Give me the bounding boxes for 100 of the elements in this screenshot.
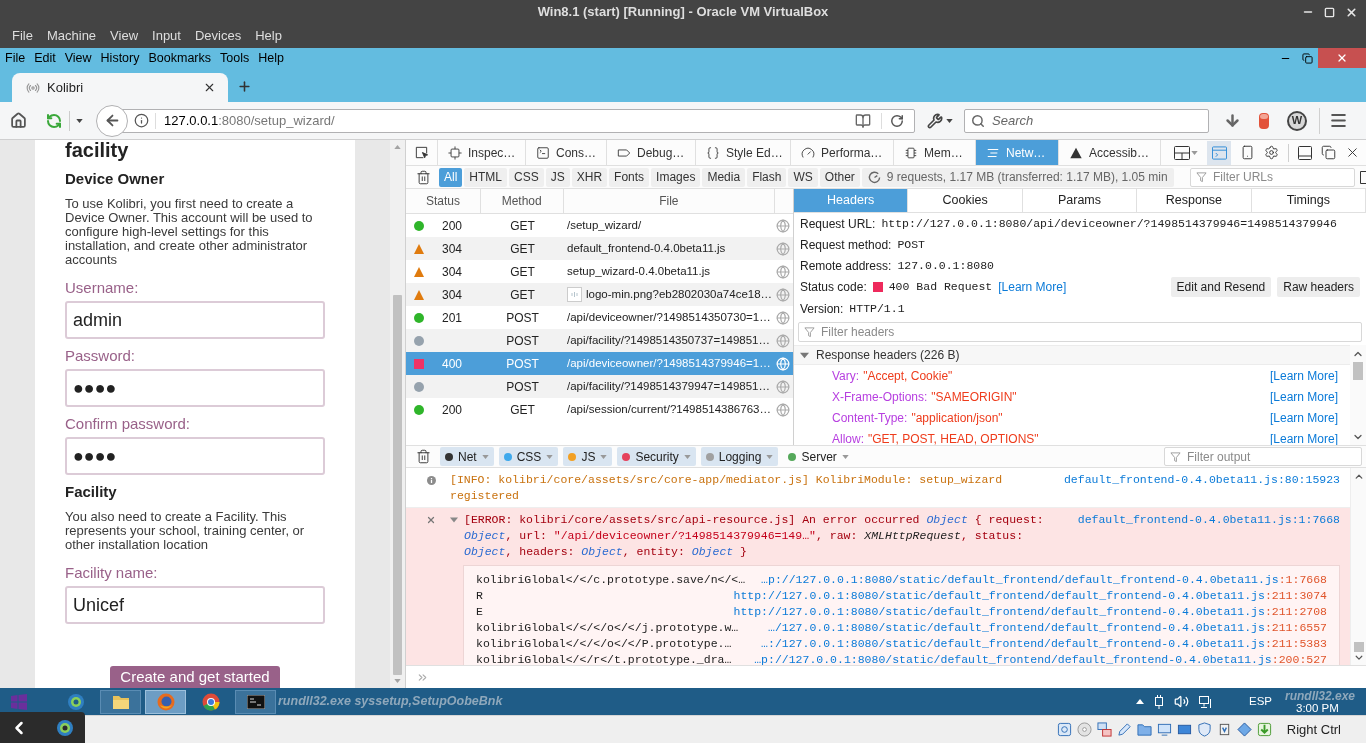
- type-filter-button[interactable]: HTML: [464, 167, 507, 187]
- start-icon[interactable]: [11, 693, 27, 710]
- menu-item[interactable]: View: [64, 48, 92, 68]
- pencil-icon[interactable]: [1116, 722, 1132, 737]
- type-filter-button[interactable]: Fonts: [609, 167, 650, 187]
- video-capture-icon[interactable]: [1176, 722, 1192, 737]
- header-action-button[interactable]: Raw headers: [1277, 277, 1360, 297]
- split-layout-icon[interactable]: [1174, 145, 1190, 160]
- responsive-mode-icon[interactable]: [1240, 145, 1255, 160]
- letter-badge[interactable]: W: [1287, 110, 1307, 131]
- wheel-icon[interactable]: [201, 692, 220, 711]
- column-header[interactable]: Status: [406, 189, 481, 213]
- learn-more-link[interactable]: [Learn More]: [1269, 408, 1338, 427]
- info-icon[interactable]: [134, 113, 149, 128]
- log-filter-button[interactable]: Security: [617, 447, 696, 466]
- column-header[interactable]: Method: [480, 189, 564, 213]
- tool-tab[interactable]: Style Ed…: [696, 140, 791, 165]
- log-filter-button[interactable]: Net: [440, 447, 494, 466]
- header-action-button[interactable]: Edit and Resend: [1170, 277, 1272, 297]
- text-input[interactable]: admin: [65, 301, 325, 339]
- source-link[interactable]: default_frontend-0.4.0beta11.js:1:7668: [1077, 512, 1340, 528]
- learn-more-link[interactable]: [Learn More]: [1269, 429, 1338, 445]
- type-filter-button[interactable]: XHR: [571, 167, 608, 187]
- scrollbar-thumb[interactable]: [393, 295, 402, 675]
- tool-tab[interactable]: Debug…: [607, 140, 696, 165]
- stack-location-link[interactable]: …p://127.0.0.1:8080/static/default_frontend/default_frontend-0.4.0beta11.js:200:527: [754, 651, 1327, 665]
- section-header[interactable]: Response headers (226 B): [794, 345, 1350, 365]
- stack-location-link[interactable]: …:/127.0.0.1:8080/static/default_frontend/default_frontend-0.4.0beta11.js:211:5383: [761, 635, 1327, 653]
- menu-item[interactable]: Bookmarks: [148, 48, 211, 68]
- request-row[interactable]: 304 GET logo-min.png?eb2802030a74ce18…: [406, 283, 793, 306]
- tool-tab[interactable]: Cons…: [526, 140, 607, 165]
- type-filter-button[interactable]: JS: [545, 167, 570, 187]
- split-console-button[interactable]: [1207, 140, 1231, 165]
- back-button[interactable]: [96, 104, 128, 137]
- tool-tab[interactable]: Inspec…: [438, 140, 526, 165]
- menu-item[interactable]: History: [100, 48, 140, 68]
- sidebar-toggle-icon[interactable]: [1360, 170, 1366, 184]
- diamond-icon[interactable]: [1236, 722, 1252, 737]
- column-header[interactable]: File: [563, 189, 776, 213]
- clear-trash-icon[interactable]: [416, 449, 431, 464]
- network-icon[interactable]: [1198, 694, 1214, 709]
- menu-item[interactable]: Tools: [220, 48, 250, 68]
- search-field[interactable]: Search: [964, 108, 1209, 133]
- network-adapter-icon[interactable]: [1096, 722, 1112, 737]
- menu-item[interactable]: Help: [258, 48, 284, 68]
- reload-icon[interactable]: [890, 113, 904, 128]
- learn-more-link[interactable]: [Learn More]: [1269, 366, 1338, 385]
- log-filter-button[interactable]: Server: [783, 447, 854, 466]
- type-filter-button[interactable]: WS: [788, 167, 818, 187]
- filter-field[interactable]: Filter URLs: [1190, 167, 1355, 187]
- source-link[interactable]: default_frontend-0.4.0beta11.js:80:15923: [1063, 472, 1340, 488]
- stack-location-link[interactable]: http://127.0.0.1:8080/static/default_frontend/default_frontend-0.4.0beta11.js:211:3074: [733, 587, 1327, 605]
- menu-item[interactable]: Edit: [34, 48, 56, 68]
- performance-summary-button[interactable]: 9 requests, 1.17 MB (transferred: 1.17 MB), 1.05 min: [861, 167, 1174, 187]
- tools-icon[interactable]: [927, 112, 943, 129]
- clear-trash-icon[interactable]: [416, 169, 431, 185]
- taskbar-app-button[interactable]: [235, 689, 276, 714]
- shield-icon[interactable]: [1196, 722, 1212, 737]
- menu-item[interactable]: View: [110, 26, 139, 46]
- restore-icon[interactable]: [1301, 52, 1313, 64]
- type-filter-button[interactable]: Other: [819, 167, 860, 187]
- power-plug-icon[interactable]: [1153, 694, 1165, 709]
- display-icon[interactable]: [1156, 722, 1172, 737]
- text-input[interactable]: ●●●●: [65, 437, 325, 475]
- folder-icon[interactable]: [1136, 722, 1152, 737]
- eraser-icon[interactable]: [1258, 111, 1270, 130]
- taskbar-app-button[interactable]: [100, 689, 141, 714]
- menu-item[interactable]: File: [5, 48, 26, 68]
- type-filter-button[interactable]: CSS: [509, 167, 544, 187]
- tool-tab[interactable]: Performa…: [791, 140, 894, 165]
- tool-tab[interactable]: Accessib…: [1059, 140, 1161, 165]
- request-row[interactable]: 304 GET default_frontend-0.4.0beta11.js: [406, 237, 793, 260]
- request-row[interactable]: POST /api/facility/?1498514379947=149851…: [406, 375, 793, 398]
- expand-triangle-icon[interactable]: [450, 516, 458, 524]
- close-icon[interactable]: [1345, 5, 1358, 19]
- dropdown-caret-icon[interactable]: [76, 118, 83, 123]
- new-tab-icon[interactable]: [237, 79, 252, 94]
- menu-item[interactable]: Machine: [46, 26, 97, 46]
- show-hidden-icon[interactable]: [1136, 699, 1144, 704]
- separate-window-icon[interactable]: [1321, 145, 1336, 160]
- close-icon[interactable]: [1345, 145, 1360, 160]
- download-icon[interactable]: [1224, 112, 1241, 129]
- stack-location-link[interactable]: http://127.0.0.1:8080/static/default_frontend/default_frontend-0.4.0beta11.js:211:2708: [733, 603, 1327, 621]
- log-filter-button[interactable]: CSS: [498, 447, 559, 466]
- speaker-icon[interactable]: [1174, 694, 1189, 709]
- refresh-arrows-icon[interactable]: [46, 112, 62, 129]
- stack-location-link[interactable]: …/127.0.0.1:8080/static/default_frontend/default_frontend-0.4.0beta11.js:211:6557: [768, 619, 1327, 637]
- home-icon[interactable]: [10, 112, 27, 129]
- log-filter-button[interactable]: Logging: [700, 447, 779, 466]
- submit-button[interactable]: Create and get started: [110, 666, 280, 688]
- dropdown-caret-icon[interactable]: [946, 118, 953, 123]
- menu-icon[interactable]: [1329, 111, 1348, 130]
- maximize-icon[interactable]: [1324, 6, 1335, 18]
- dock-bottom-icon[interactable]: [1298, 145, 1312, 160]
- text-input[interactable]: ●●●●: [65, 369, 325, 407]
- filter-field[interactable]: Filter output: [1164, 447, 1362, 466]
- type-filter-button[interactable]: Images: [651, 167, 701, 187]
- ring-logo-icon[interactable]: [66, 692, 85, 711]
- scrollbar-thumb[interactable]: [1353, 642, 1364, 652]
- menu-item[interactable]: Input: [152, 26, 181, 46]
